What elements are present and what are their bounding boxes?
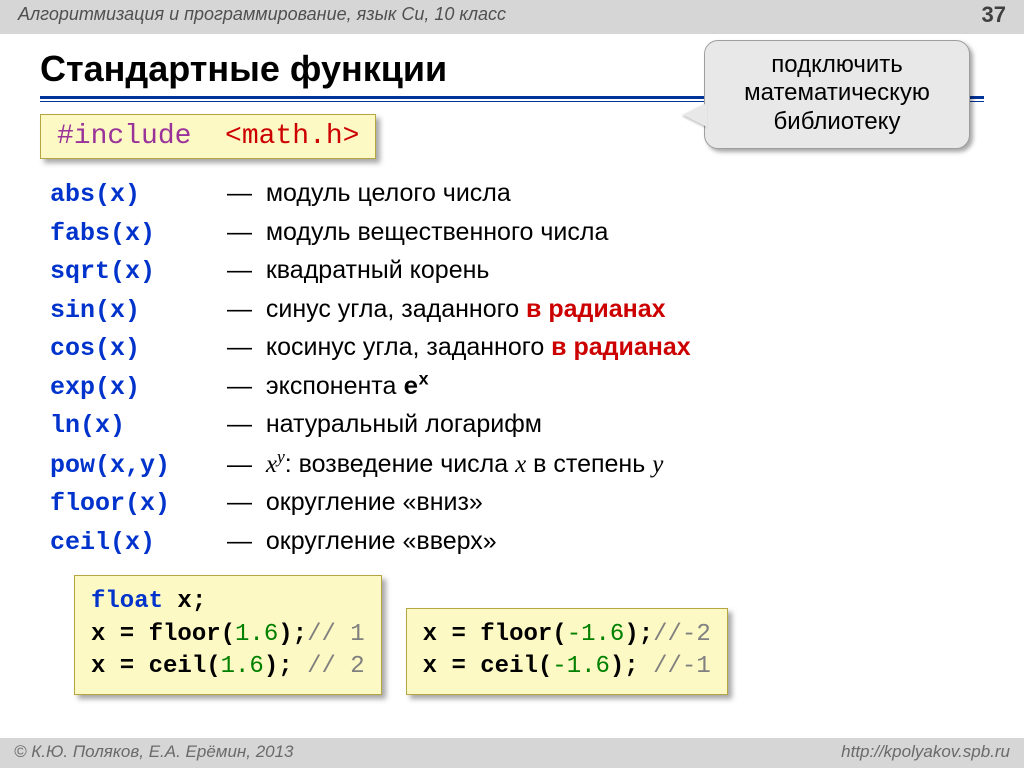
func-name: cos(x) [50, 331, 220, 368]
header-bar: Алгоритмизация и программирование, язык … [0, 0, 1024, 34]
func-desc: округление «вниз» [266, 488, 483, 516]
func-desc: синус угла, заданного [266, 295, 526, 323]
func-row-pow: pow(x,y) — xy: возведение числа x в степ… [50, 445, 984, 485]
code-line: x = ceil(1.6); // 2 [91, 651, 365, 683]
slide-content: Стандартные функции подключить математич… [0, 34, 1024, 695]
code-line: x = ceil(-1.6); //-1 [423, 651, 711, 683]
callout-line-3: библиотеку [719, 108, 955, 136]
func-name: pow(x,y) [50, 448, 220, 485]
func-row-abs: abs(x) — модуль целого числа [50, 175, 984, 214]
code-box-negative: x = floor(-1.6);//-2 x = ceil(-1.6); //-… [406, 608, 728, 695]
func-row-cos: cos(x) — косинус угла, заданного в радиа… [50, 329, 984, 368]
dash: — [227, 527, 252, 555]
callout-line-1: подключить [719, 51, 955, 79]
func-desc: косинус угла, заданного [266, 333, 551, 361]
footer-copyright: © К.Ю. Поляков, Е.А. Ерёмин, 2013 [14, 742, 294, 762]
callout-tail-icon [683, 103, 707, 127]
func-row-exp: exp(x) — экспонента ex [50, 368, 984, 407]
func-name: sqrt(x) [50, 254, 220, 291]
func-row-ln: ln(x) — натуральный логарифм [50, 406, 984, 445]
include-code-box: #include <math.h> [40, 114, 376, 159]
func-name: fabs(x) [50, 216, 220, 253]
dash: — [227, 256, 252, 284]
code-box-positive: float x; x = floor(1.6);// 1 x = ceil(1.… [74, 575, 382, 694]
func-desc: квадратный корень [266, 256, 490, 284]
func-desc: модуль вещественного числа [266, 218, 609, 246]
func-name: ln(x) [50, 408, 220, 445]
dash: — [227, 450, 252, 478]
func-desc: натуральный логарифм [266, 410, 542, 438]
dash: — [227, 179, 252, 207]
callout-line-2: математическую [719, 79, 955, 107]
func-desc: модуль целого числа [266, 179, 511, 207]
code-line: x = floor(-1.6);//-2 [423, 619, 711, 651]
breadcrumb: Алгоритмизация и программирование, язык … [18, 4, 506, 25]
callout-bubble: подключить математическую библиотеку [704, 40, 970, 149]
dash: — [227, 410, 252, 438]
include-arg: <math.h> [225, 121, 359, 152]
func-row-fabs: fabs(x) — модуль вещественного числа [50, 214, 984, 253]
func-row-sin: sin(x) — синус угла, заданного в радиана… [50, 291, 984, 330]
func-desc: экспонента [266, 372, 403, 400]
func-row-sqrt: sqrt(x) — квадратный корень [50, 252, 984, 291]
footer-bar: © К.Ю. Поляков, Е.А. Ерёмин, 2013 http:/… [0, 738, 1024, 768]
func-name: sin(x) [50, 293, 220, 330]
func-name: ceil(x) [50, 525, 220, 562]
page-number: 37 [982, 2, 1006, 28]
func-desc: xy: возведение числа x в степень y [266, 450, 663, 478]
func-name: floor(x) [50, 486, 220, 523]
func-name: abs(x) [50, 177, 220, 214]
code-line: x = floor(1.6);// 1 [91, 619, 365, 651]
dash: — [227, 488, 252, 516]
dash: — [227, 295, 252, 323]
dash: — [227, 218, 252, 246]
code-line: float x; [91, 586, 365, 618]
include-keyword: #include [57, 121, 191, 152]
dash: — [227, 333, 252, 361]
func-row-floor: floor(x) — округление «вниз» [50, 484, 984, 523]
dash: — [227, 372, 252, 400]
func-highlight: в радианах [526, 295, 666, 323]
func-name: exp(x) [50, 370, 220, 407]
func-mono: ex [403, 373, 429, 402]
func-row-ceil: ceil(x) — округление «вверх» [50, 523, 984, 562]
func-desc: округление «вверх» [266, 527, 497, 555]
code-examples: float x; x = floor(1.6);// 1 x = ceil(1.… [40, 575, 984, 694]
footer-link: http://kpolyakov.spb.ru [841, 742, 1010, 762]
func-highlight: в радианах [551, 333, 691, 361]
function-list: abs(x) — модуль целого числа fabs(x) — м… [40, 175, 984, 561]
